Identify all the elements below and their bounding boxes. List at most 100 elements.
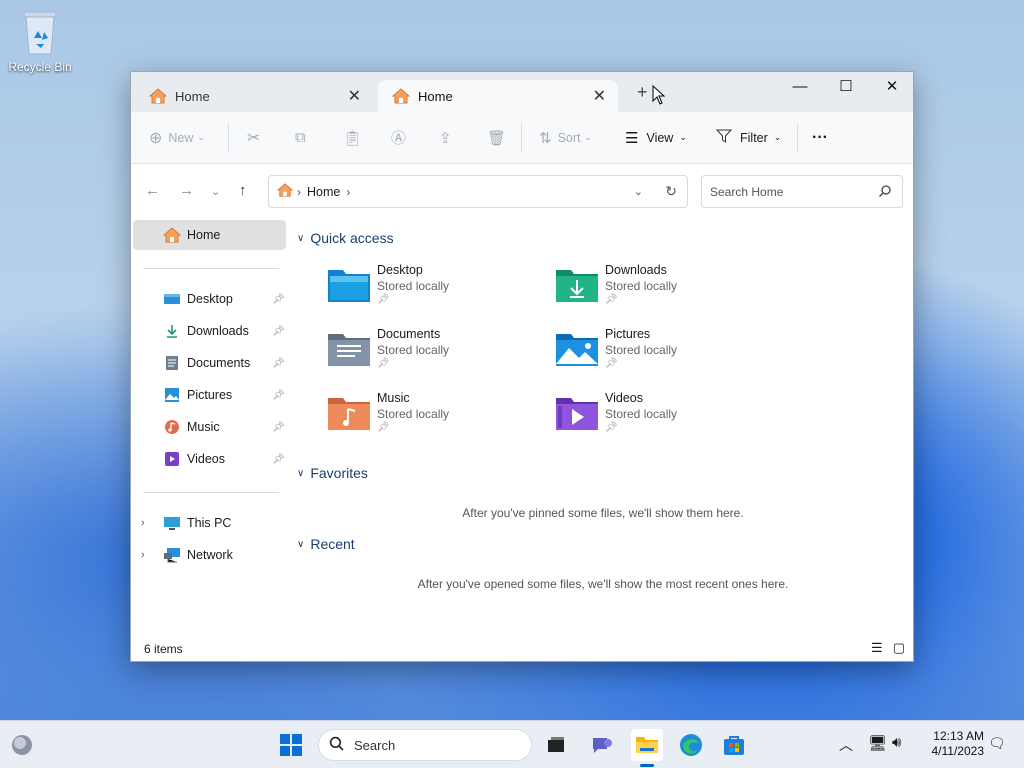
pin-icon[interactable]: 📌︎ xyxy=(272,390,285,401)
quick-access-pictures[interactable]: Pictures Stored locally 📌︎ xyxy=(555,326,775,382)
back-arrow-icon[interactable]: ← xyxy=(145,182,160,199)
divider xyxy=(143,268,279,269)
network-status-icon[interactable]: 🖥︎ xyxy=(868,734,887,752)
chevron-right-icon[interactable]: › xyxy=(346,185,350,199)
file-explorer-taskbar-icon[interactable] xyxy=(631,729,663,761)
sort-button[interactable]: ⇅ Sort ⌄ xyxy=(539,122,592,154)
address-bar[interactable]: › Home › ⌄ ↻ xyxy=(268,175,688,208)
sidebar-item-label: Downloads xyxy=(187,324,249,338)
breadcrumb-home[interactable]: Home xyxy=(307,185,340,199)
minimize-button[interactable]: — xyxy=(777,72,823,100)
quick-access-videos[interactable]: Videos Stored locally 📌︎ xyxy=(555,390,775,446)
maximize-button[interactable]: ☐ xyxy=(823,72,869,100)
weather-icon[interactable] xyxy=(6,729,38,761)
forward-arrow-icon[interactable]: → xyxy=(179,182,194,199)
clock[interactable]: 12:13 AM 4/11/2023 xyxy=(920,729,985,759)
item-status: Stored locally xyxy=(377,343,450,357)
tab-home-2[interactable]: Home ✕ xyxy=(378,80,618,112)
mouse-cursor-icon xyxy=(652,84,666,108)
edge-browser-icon[interactable] xyxy=(675,729,707,761)
sidebar-item-label: This PC xyxy=(187,516,232,530)
status-bar: 6 items ☰ ▢ xyxy=(131,637,913,661)
network-icon xyxy=(163,547,181,563)
filter-button[interactable]: Filter ⌄ xyxy=(715,122,782,154)
sidebar-item-desktop[interactable]: Desktop 📌︎ xyxy=(143,284,287,314)
close-window-button[interactable]: ✕ xyxy=(869,72,913,100)
quick-access-desktop[interactable]: Desktop Stored locally 📌︎ xyxy=(327,262,547,318)
task-view-icon[interactable] xyxy=(540,729,572,761)
sidebar-item-music[interactable]: Music 📌︎ xyxy=(143,412,287,442)
chevron-right-icon[interactable]: › xyxy=(141,549,145,561)
refresh-icon[interactable]: ↻ xyxy=(665,183,677,200)
chevron-down-icon: ∨ xyxy=(297,538,305,550)
pin-icon[interactable]: 📌︎ xyxy=(272,326,285,337)
address-history-chevron-icon[interactable]: ⌄ xyxy=(634,185,643,198)
view-button[interactable]: ☰ View ⌄ xyxy=(625,122,687,154)
desktop-folder-icon xyxy=(327,266,371,306)
chevron-down-icon: ∨ xyxy=(297,232,305,244)
copy-icon[interactable]: ⧉ xyxy=(295,122,306,154)
paste-icon[interactable]: 📋︎ xyxy=(343,122,362,154)
start-button[interactable] xyxy=(275,729,307,761)
show-hidden-icons-chevron-icon[interactable]: ︿ xyxy=(839,735,853,755)
new-tab-button[interactable]: + xyxy=(637,82,648,103)
taskbar-search[interactable]: Search xyxy=(318,729,532,761)
new-button[interactable]: ⊕ New ⌄ xyxy=(149,122,205,154)
share-icon[interactable]: ⇪ xyxy=(439,122,452,154)
quick-access-downloads[interactable]: Downloads Stored locally 📌︎ xyxy=(555,262,775,318)
chevron-down-icon: ⌄ xyxy=(773,132,782,142)
more-options-button[interactable]: ··· xyxy=(812,122,828,154)
sidebar-item-home[interactable]: Home xyxy=(133,220,286,250)
pin-icon[interactable]: 📌︎ xyxy=(272,294,285,305)
divider xyxy=(228,123,229,153)
close-tab-icon[interactable]: ✕ xyxy=(593,86,606,106)
delete-icon[interactable]: 🗑︎ xyxy=(487,122,506,154)
item-name: Downloads xyxy=(605,263,667,277)
quick-access-documents[interactable]: Documents Stored locally 📌︎ xyxy=(327,326,547,382)
recent-locations-chevron-icon[interactable]: ⌄ xyxy=(211,185,220,198)
sidebar-item-network[interactable]: › Network xyxy=(141,540,287,570)
desktop-icon xyxy=(163,291,181,307)
close-tab-icon[interactable]: ✕ xyxy=(348,86,361,106)
pin-icon: 📌︎ xyxy=(377,422,390,433)
rename-icon[interactable]: Ⓐ xyxy=(391,122,406,154)
home-icon xyxy=(163,227,181,243)
pin-icon: 📌︎ xyxy=(605,294,618,305)
clock-date: 4/11/2023 xyxy=(931,744,985,758)
pin-icon[interactable]: 📌︎ xyxy=(272,454,285,465)
recent-empty-message: After you've opened some files, we'll sh… xyxy=(417,577,789,591)
tab-home-1[interactable]: Home ✕ xyxy=(135,80,373,112)
pin-icon: 📌︎ xyxy=(377,294,390,305)
search-input[interactable]: Search Home xyxy=(710,185,783,199)
sidebar-item-label: Videos xyxy=(187,452,225,466)
sidebar-item-label: Network xyxy=(187,548,233,562)
chevron-right-icon[interactable]: › xyxy=(141,517,145,529)
chat-icon[interactable] xyxy=(586,729,618,761)
tiles-view-icon[interactable]: ▢ xyxy=(893,640,905,656)
item-status: Stored locally xyxy=(377,279,450,293)
item-count: 6 items xyxy=(144,642,183,656)
notification-icon[interactable]: 🗨︎ xyxy=(988,735,1006,752)
favorites-header[interactable]: ∨ Favorites xyxy=(297,465,368,481)
volume-icon[interactable]: 🔊︎ xyxy=(892,734,901,751)
up-arrow-icon[interactable]: ↑ xyxy=(239,182,247,199)
sidebar-item-this-pc[interactable]: › This PC xyxy=(141,508,287,538)
quick-access-music[interactable]: Music Stored locally 📌︎ xyxy=(327,390,547,446)
pin-icon[interactable]: 📌︎ xyxy=(272,358,285,369)
microsoft-store-icon[interactable] xyxy=(718,729,750,761)
sidebar-item-pictures[interactable]: Pictures 📌︎ xyxy=(143,380,287,410)
search-box[interactable]: Search Home xyxy=(701,175,903,208)
quick-access-header[interactable]: ∨ Quick access xyxy=(297,230,394,246)
recycle-bin-shortcut[interactable]: Recycle Bin xyxy=(6,8,74,74)
recent-header[interactable]: ∨ Recent xyxy=(297,536,355,552)
music-folder-icon xyxy=(327,394,371,434)
sidebar-item-documents[interactable]: Documents 📌︎ xyxy=(143,348,287,378)
details-view-icon[interactable]: ☰ xyxy=(871,640,883,656)
new-label: New xyxy=(168,130,194,145)
cut-icon[interactable]: ✂ xyxy=(247,122,260,154)
sidebar-item-videos[interactable]: Videos 📌︎ xyxy=(143,444,287,474)
sidebar-item-downloads[interactable]: Downloads 📌︎ xyxy=(143,316,287,346)
divider xyxy=(797,123,798,153)
home-icon xyxy=(276,183,294,200)
pin-icon[interactable]: 📌︎ xyxy=(272,422,285,433)
